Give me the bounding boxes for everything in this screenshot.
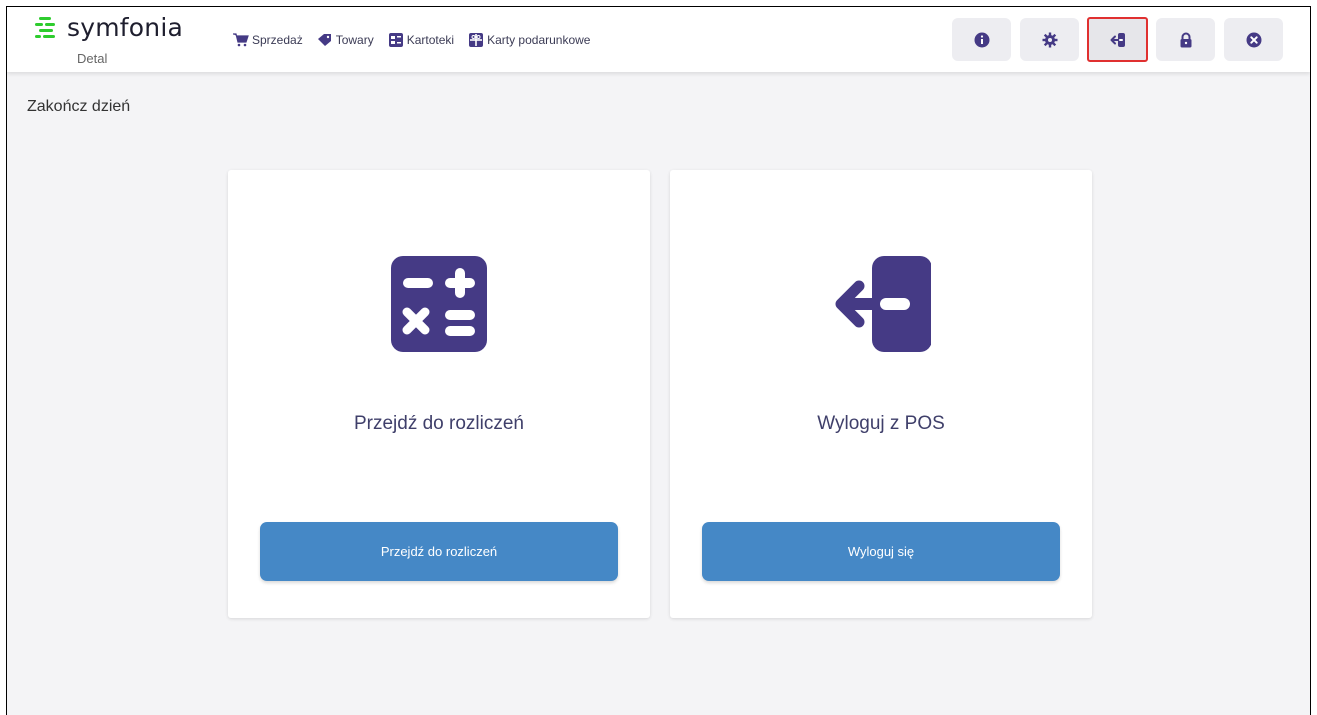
close-circle-icon [1246, 32, 1261, 47]
info-icon [974, 32, 989, 47]
logout-pos-button[interactable]: Wyloguj się [702, 522, 1060, 581]
nav-item-towary[interactable]: Towary [317, 31, 374, 49]
page-title: Zakończ dzień [27, 98, 131, 115]
logout-button[interactable] [1087, 17, 1148, 62]
logout-card: Wyloguj z POS Wyloguj się [670, 170, 1092, 618]
nav-item-label: Kartoteki [406, 33, 455, 47]
settlement-card: Przejdź do rozliczeń Przejdź do rozlicze… [228, 170, 650, 618]
tag-icon [317, 34, 331, 46]
app-name: symfonia [67, 13, 183, 42]
nav-item-kartoteki[interactable]: Kartoteki [388, 31, 454, 49]
calculator-icon [391, 256, 487, 352]
main-nav: Sprzedaż Towary Kartoteki Karty podarunk… [233, 31, 604, 49]
settings-button[interactable] [1020, 18, 1079, 61]
go-to-settlements-button[interactable]: Przejdź do rozliczeń [260, 522, 618, 581]
card-title: Wyloguj z POS [817, 413, 945, 434]
gift-card-icon [469, 33, 484, 47]
cart-icon [233, 33, 249, 47]
card-index-icon [388, 33, 403, 47]
card-title: Przejdź do rozliczeń [353, 413, 525, 434]
nav-item-label: Karty podarunkowe [487, 33, 591, 47]
info-button[interactable] [952, 18, 1011, 61]
logout-icon [1110, 32, 1125, 47]
gear-icon [1042, 32, 1057, 47]
nav-item-label: Sprzedaż [252, 33, 303, 47]
app-subtitle: Detal [77, 51, 108, 66]
symfonia-logo-icon [35, 17, 55, 38]
toolbar [952, 17, 1283, 62]
nav-item-karty-podarunkowe[interactable]: Karty podarunkowe [468, 31, 590, 49]
nav-item-sprzedaz[interactable]: Sprzedaż [233, 31, 303, 49]
close-button[interactable] [1224, 18, 1283, 61]
logout-icon [835, 256, 931, 352]
nav-item-label: Towary [335, 33, 374, 47]
lock-icon [1180, 32, 1191, 47]
top-bar: symfonia Detal Sprzedaż Towary Kartoteki… [7, 7, 1310, 72]
app-window: symfonia Detal Sprzedaż Towary Kartoteki… [6, 6, 1311, 715]
lock-button[interactable] [1156, 18, 1215, 61]
